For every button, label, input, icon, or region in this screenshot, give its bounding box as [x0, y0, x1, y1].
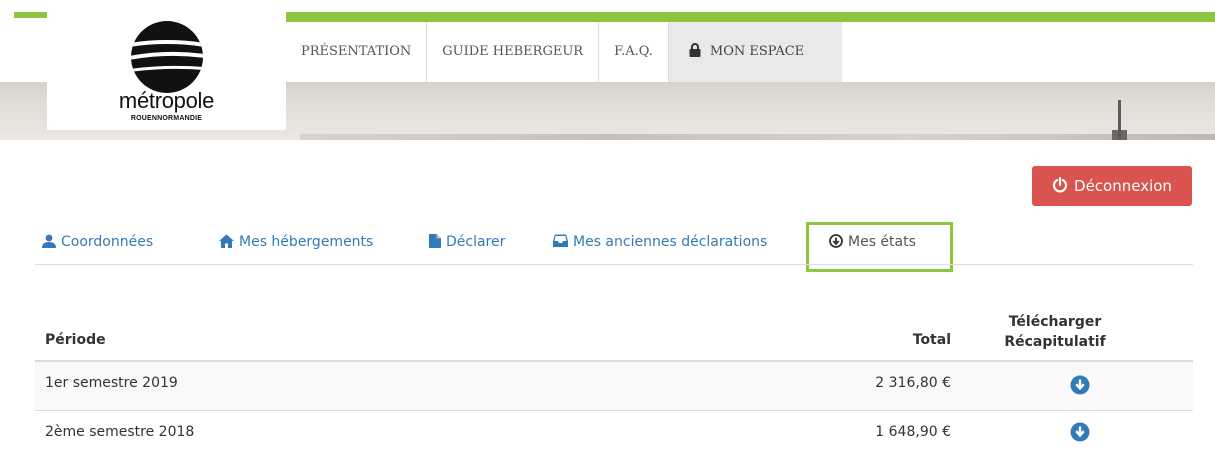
green-accent-bar-right — [286, 12, 1215, 22]
row-periode: 1er semestre 2019 — [45, 375, 178, 391]
table-row: 2ème semestre 2018 1 648,90 € — [35, 411, 1193, 459]
nav-guide-hebergeur[interactable]: GUIDE HEBERGEUR — [427, 22, 600, 82]
tabs-divider — [35, 264, 1193, 265]
header-telecharger-line1: Télécharger — [1008, 314, 1102, 330]
main-nav: PRÉSENTATION GUIDE HEBERGEUR F.A.Q. MON … — [286, 22, 843, 82]
lock-icon — [689, 42, 701, 57]
tab-declarer-label: Déclarer — [446, 234, 506, 250]
nav-mon-espace[interactable]: MON ESPACE — [668, 22, 843, 82]
row-total: 2 316,80 € — [875, 375, 951, 391]
user-icon — [42, 234, 56, 248]
row-periode: 2ème semestre 2018 — [45, 424, 195, 440]
home-icon — [219, 234, 234, 248]
logo-name: métropole — [118, 88, 215, 113]
tab-mes-etats[interactable]: Mes états — [829, 233, 916, 250]
nav-presentation[interactable]: PRÉSENTATION — [286, 22, 428, 82]
tab-coordonnees-label: Coordonnées — [61, 234, 154, 250]
logo-subtitle: ROUENNORMANDIE — [130, 115, 203, 122]
header-total: Total — [912, 332, 951, 348]
tab-mes-anciennes-declarations-label: Mes anciennes déclarations — [573, 234, 768, 250]
logout-label: Déconnexion — [1074, 177, 1172, 195]
download-icon[interactable] — [1070, 375, 1090, 395]
file-icon — [429, 233, 441, 248]
logout-button[interactable]: Déconnexion — [1032, 166, 1192, 206]
header-telecharger-line2: Récapitulatif — [1004, 334, 1106, 350]
download-circle-icon — [829, 233, 843, 248]
power-icon — [1052, 176, 1068, 193]
download-icon[interactable] — [1070, 422, 1090, 442]
nav-faq[interactable]: F.A.Q. — [599, 22, 669, 82]
tab-mes-etats-label: Mes états — [848, 234, 916, 250]
header-telecharger: Télécharger Récapitulatif — [990, 312, 1120, 352]
table-row: 1er semestre 2019 2 316,80 € — [35, 362, 1193, 411]
tab-mes-anciennes-declarations[interactable]: Mes anciennes déclarations — [553, 234, 767, 250]
header-periode: Période — [45, 332, 106, 348]
green-accent-bar-left — [14, 12, 47, 18]
metropole-logo-icon — [131, 21, 203, 93]
inbox-icon — [553, 234, 568, 247]
tab-coordonnees[interactable]: Coordonnées — [42, 234, 153, 250]
tab-mes-hebergements[interactable]: Mes hébergements — [219, 234, 373, 250]
nav-mon-espace-label: MON ESPACE — [709, 44, 805, 59]
site-logo[interactable]: métropole ROUENNORMANDIE — [47, 12, 286, 130]
tab-mes-hebergements-label: Mes hébergements — [239, 234, 374, 250]
cathedral-spire — [1118, 100, 1121, 140]
row-total: 1 648,90 € — [875, 424, 951, 440]
tab-declarer[interactable]: Déclarer — [429, 233, 506, 250]
